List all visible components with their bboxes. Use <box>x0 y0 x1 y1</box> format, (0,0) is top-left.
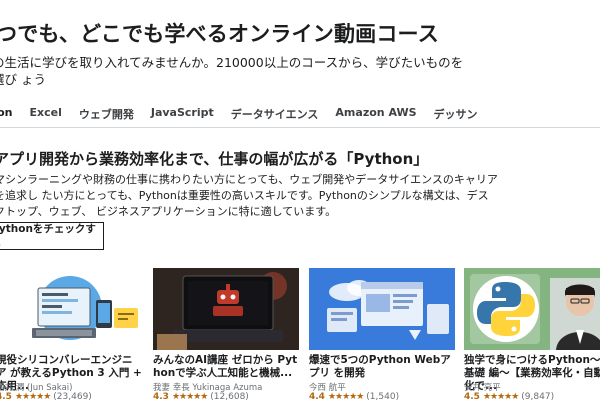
course-thumbnail <box>309 268 455 350</box>
review-count: (12,608) <box>210 392 249 400</box>
course-carousel: 現役シリコンバレーエンジニア が教えるPython 3 入門 + 応用... 酒… <box>0 268 600 400</box>
review-count: (1,540) <box>366 392 400 400</box>
rating-value: 4.5 <box>464 392 480 400</box>
category-tabs: thon Excel ウェブ開発 JavaScript データサイエンス Ama… <box>0 106 478 122</box>
course-thumbnail <box>153 268 299 350</box>
course-card[interactable]: 独学で身につけるPython〜基礎 編〜【業務効率化・自動化で... 安井 亮平… <box>464 268 600 400</box>
tab-web-development[interactable]: ウェブ開発 <box>79 106 134 122</box>
course-rating: 4.5★★★★★(23,469) <box>0 392 142 400</box>
cloud-browser-illustration <box>309 268 455 350</box>
tab-drawing[interactable]: デッサン <box>434 106 478 122</box>
section-title: アプリ開発から業務効率化まで、仕事の幅が広がる「Python」 <box>0 150 429 168</box>
course-title[interactable]: 爆速で5つのPython Webアプリ を開発 <box>309 354 455 380</box>
tabs-divider <box>0 127 600 128</box>
python-logo-instructor-illustration <box>464 268 600 350</box>
laptop-robot-illustration <box>153 268 299 350</box>
course-rating: 4.5 ★★★★★ (9,847) <box>464 392 600 400</box>
tab-excel[interactable]: Excel <box>29 106 61 122</box>
course-thumbnail <box>0 268 142 350</box>
course-rating: 4.4 ★★★★★ (1,540) <box>309 392 455 400</box>
rating-value: 4.4 <box>309 392 325 400</box>
course-title[interactable]: みんなのAI講座 ゼロから Pythonで学ぶ人工知能と機械... <box>153 354 299 380</box>
course-card[interactable]: 現役シリコンバレーエンジニア が教えるPython 3 入門 + 応用... 酒… <box>0 268 142 400</box>
hero-subtext: の生活に学びを取り入れてみませんか。210000以上のコースから、学びたいものを… <box>0 55 464 87</box>
review-count: (9,847) <box>521 392 555 400</box>
review-count: (23,469) <box>53 392 92 400</box>
tab-amazon-aws[interactable]: Amazon AWS <box>335 106 416 122</box>
rating-value: 4.5 <box>0 392 12 400</box>
tab-javascript[interactable]: JavaScript <box>151 106 214 122</box>
star-icons: ★★★★★ <box>482 392 519 400</box>
course-thumbnail <box>464 268 600 350</box>
check-python-button[interactable]: Pythonをチェックする <box>0 222 104 250</box>
course-card[interactable]: 爆速で5つのPython Webアプリ を開発 今西 航平 4.4 ★★★★★ (1… <box>309 268 455 400</box>
star-icons: ★★★★★ <box>14 392 51 400</box>
hero-headline: つでも、どこでも学べるオンライン動画コース <box>0 21 439 46</box>
section-description: マシンラーニングや財務の仕事に携わりたい方にとっても、ウェブ開発やデータサイエン… <box>0 173 498 218</box>
rating-value: 4.3 <box>153 392 169 400</box>
tab-data-science[interactable]: データサイエンス <box>231 106 319 122</box>
course-rating: 4.3 ★★★★★ (12,608) <box>153 392 299 400</box>
tab-python[interactable]: thon <box>0 106 12 122</box>
star-icons: ★★★★★ <box>327 392 364 400</box>
laptop-code-illustration <box>0 268 142 350</box>
star-icons: ★★★★★ <box>171 392 208 400</box>
course-card[interactable]: みんなのAI講座 ゼロから Pythonで学ぶ人工知能と機械... 我妻 幸長 … <box>153 268 299 400</box>
